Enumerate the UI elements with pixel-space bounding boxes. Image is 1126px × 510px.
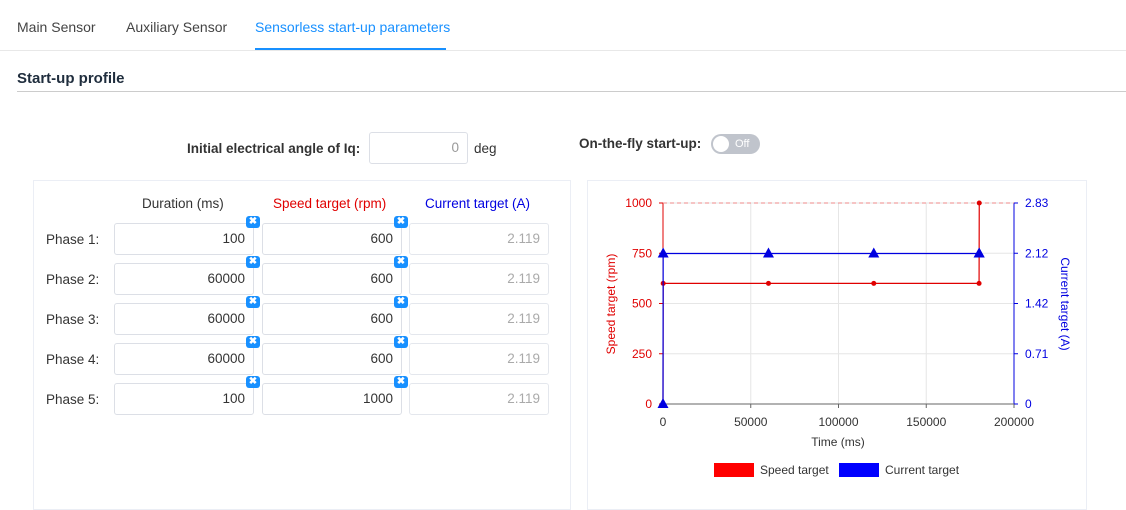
current-input: 2.119 [409,223,549,255]
speed-input[interactable]: 600 [262,303,402,335]
section-divider [17,91,1126,92]
speed-input[interactable]: 600 [262,343,402,375]
angle-unit: deg [474,141,497,156]
clear-icon[interactable]: ✖ [246,376,260,388]
phase-label: Phase 2: [46,272,100,287]
toggle-knob [713,136,729,152]
section-title: Start-up profile [17,70,125,87]
header-speed: Speed target (rpm) [273,196,387,211]
on-the-fly-label: On-the-fly start-up: [579,136,702,151]
clear-icon[interactable]: ✖ [246,216,260,228]
header-current: Current target (A) [425,196,531,211]
header-duration: Duration (ms) [142,196,224,211]
chart-panel [587,180,1087,510]
duration-input[interactable]: 60000 [114,303,254,335]
phase-label: Phase 3: [46,312,100,327]
duration-input[interactable]: 100 [114,383,254,415]
duration-input[interactable]: 60000 [114,263,254,295]
clear-icon[interactable]: ✖ [246,296,260,308]
clear-icon[interactable]: ✖ [246,336,260,348]
on-the-fly-toggle[interactable]: Off [711,134,760,154]
duration-input[interactable]: 100 [114,223,254,255]
phase-label: Phase 5: [46,392,100,407]
clear-icon[interactable]: ✖ [394,296,408,308]
tab-main-sensor[interactable]: Main Sensor [17,0,96,49]
phase-label: Phase 4: [46,352,100,367]
phase-label: Phase 1: [46,232,100,247]
speed-input[interactable]: 600 [262,223,402,255]
clear-icon[interactable]: ✖ [394,216,408,228]
clear-icon[interactable]: ✖ [394,336,408,348]
current-input: 2.119 [409,383,549,415]
speed-input[interactable]: 600 [262,263,402,295]
tab-bar: Main Sensor Auxiliary Sensor Sensorless … [0,0,1126,51]
clear-icon[interactable]: ✖ [394,376,408,388]
current-input: 2.119 [409,263,549,295]
duration-input[interactable]: 60000 [114,343,254,375]
tab-sensorless-startup[interactable]: Sensorless start-up parameters [255,0,450,50]
clear-icon[interactable]: ✖ [394,256,408,268]
toggle-state: Off [735,138,750,150]
clear-icon[interactable]: ✖ [246,256,260,268]
angle-label: Initial electrical angle of Iq: [187,141,361,156]
current-input: 2.119 [409,343,549,375]
angle-input[interactable]: 0 [369,132,468,164]
tab-auxiliary-sensor[interactable]: Auxiliary Sensor [126,0,227,49]
speed-input[interactable]: 1000 [262,383,402,415]
current-input: 2.119 [409,303,549,335]
